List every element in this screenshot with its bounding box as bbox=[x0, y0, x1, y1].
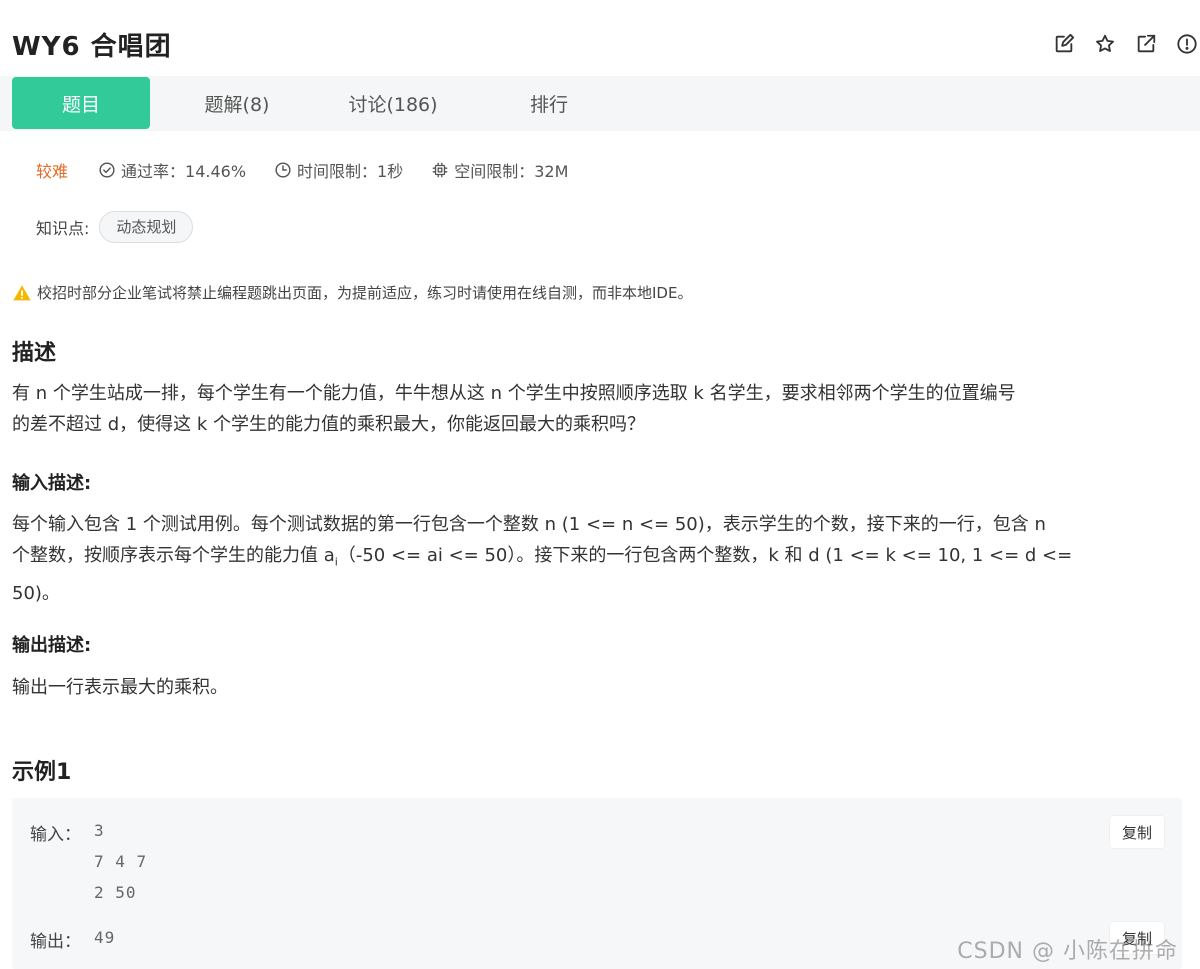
difficulty-label: 较难 bbox=[36, 162, 69, 181]
info-icon[interactable] bbox=[1173, 30, 1200, 57]
example-output-value: 49 bbox=[94, 928, 116, 947]
clock-icon bbox=[275, 162, 291, 178]
notice-text: 校招时部分企业笔试将禁止编程题跳出页面，为提前适应，练习时请使用在线自测，而非本… bbox=[37, 284, 693, 302]
page-title: WY6 合唱团 bbox=[12, 32, 172, 62]
problem-meta: 较难 通过率：14.46% 时间限制：1秒 空间限制：32M bbox=[36, 158, 596, 182]
star-icon[interactable] bbox=[1091, 30, 1118, 57]
input-desc-line: 每个输入包含 1 个测试用例。每个测试数据的第一行包含一个整数 n (1 <= … bbox=[12, 514, 1046, 535]
input-desc-line: 个整数，按顺序表示每个学生的能力值 ai（-50 <= ai <= 50）。接下… bbox=[12, 540, 1190, 578]
example-output-label: 输出： bbox=[30, 932, 81, 952]
tab-ranking[interactable]: 排行 bbox=[488, 77, 610, 129]
input-desc-line2-part: 个整数，按顺序表示每个学生的能力值 a bbox=[12, 545, 335, 566]
pass-rate: 通过率：14.46% bbox=[98, 158, 246, 182]
pass-rate-text: 通过率：14.46% bbox=[121, 162, 247, 181]
example-title: 示例1 bbox=[12, 760, 72, 785]
external-link-icon[interactable] bbox=[1132, 30, 1159, 57]
knowledge-label: 知识点: bbox=[36, 219, 90, 238]
check-circle-icon bbox=[99, 162, 115, 178]
example-input-line: 7 4 7 bbox=[94, 852, 148, 871]
tab-problem[interactable]: 题目 bbox=[12, 77, 150, 129]
example-input-line: 2 50 bbox=[94, 883, 137, 902]
watermark: CSDN @ 小陈在拼命 bbox=[957, 939, 1178, 964]
time-limit: 时间限制：1秒 bbox=[274, 158, 403, 182]
example-input-line: 3 bbox=[94, 821, 105, 840]
input-desc-text: 每个输入包含 1 个测试用例。每个测试数据的第一行包含一个整数 n (1 <= … bbox=[12, 509, 1190, 609]
tab-bar: 题目 题解(8) 讨论(186) 排行 bbox=[0, 76, 1200, 131]
space-limit-text: 空间限制：32M bbox=[454, 162, 569, 181]
description-text: 有 n 个学生站成一排，每个学生有一个能力值，牛牛想从这 n 个学生中按照顺序选… bbox=[12, 378, 1190, 440]
chip-icon bbox=[432, 162, 448, 178]
input-desc-title: 输入描述: bbox=[12, 473, 92, 494]
knowledge-points: 知识点: 动态规划 bbox=[36, 211, 194, 243]
time-limit-text: 时间限制：1秒 bbox=[297, 162, 404, 181]
input-desc-line: 50)。 bbox=[12, 582, 60, 604]
exam-notice: 校招时部分企业笔试将禁止编程题跳出页面，为提前适应，练习时请使用在线自测，而非本… bbox=[12, 282, 692, 303]
warning-icon bbox=[13, 284, 31, 300]
tab-solutions[interactable]: 题解(8) bbox=[172, 77, 302, 129]
page-header: WY6 合唱团 bbox=[0, 0, 1200, 76]
copy-input-button[interactable]: 复制 bbox=[1110, 816, 1164, 848]
space-limit: 空间限制：32M bbox=[431, 158, 568, 182]
example-input-label: 输入： bbox=[30, 825, 81, 845]
output-desc-title: 输出描述: bbox=[12, 635, 92, 656]
input-desc-line2-part: （-50 <= ai <= 50）。接下来的一行包含两个整数，k 和 d (1 … bbox=[337, 545, 1073, 566]
output-desc-text: 输出一行表示最大的乘积。 bbox=[12, 677, 228, 698]
tab-discussion[interactable]: 讨论(186) bbox=[318, 77, 468, 129]
header-actions bbox=[1050, 30, 1200, 57]
knowledge-tag[interactable]: 动态规划 bbox=[99, 211, 194, 243]
description-line: 有 n 个学生站成一排，每个学生有一个能力值，牛牛想从这 n 个学生中按照顺序选… bbox=[12, 383, 1016, 404]
description-line: 的差不超过 d，使得这 k 个学生的能力值的乘积最大，你能返回最大的乘积吗？ bbox=[12, 414, 646, 435]
description-title: 描述 bbox=[12, 341, 57, 366]
edit-icon[interactable] bbox=[1050, 30, 1077, 57]
